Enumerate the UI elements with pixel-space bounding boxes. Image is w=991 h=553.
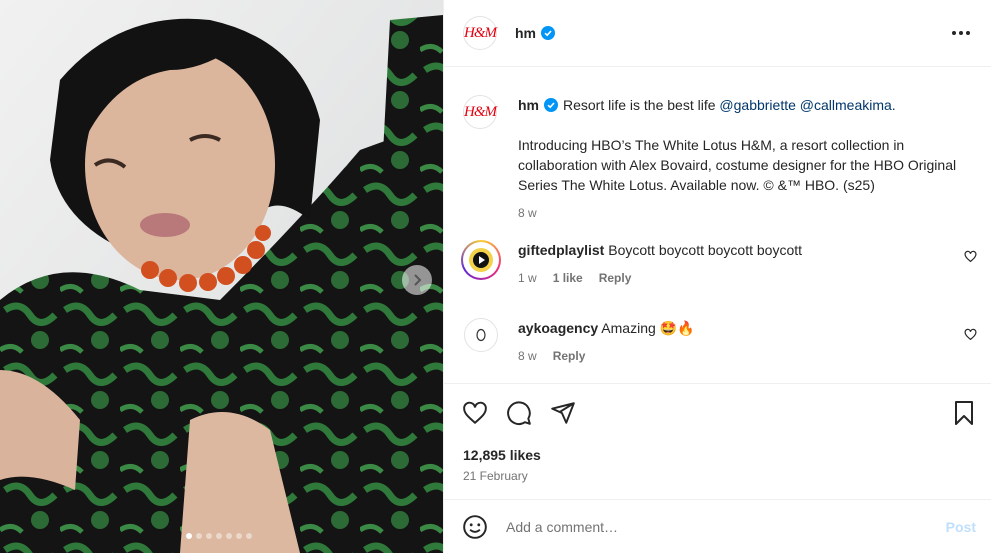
caption-avatar[interactable]: H&M (463, 95, 497, 129)
comment-item: aykoagency Amazing 🤩🔥 8 w Reply (461, 318, 981, 366)
post-caption: H&M hm Resort life is the best life @gab… (463, 95, 983, 223)
bookmark-icon[interactable] (952, 400, 976, 426)
carousel-indicator (186, 533, 252, 539)
more-options-button[interactable] (946, 25, 976, 41)
carousel-dot (246, 533, 252, 539)
comment-text: Amazing 🤩🔥 (601, 320, 695, 336)
chevron-right-icon (414, 274, 422, 286)
dot-icon (952, 31, 956, 35)
comment-username[interactable]: aykoagency (518, 320, 598, 336)
dot-icon (959, 31, 963, 35)
mention-link[interactable]: @callmeakima. (800, 95, 896, 115)
verified-badge-icon (544, 98, 558, 112)
carousel-dot (196, 533, 202, 539)
post-panel: H&M hm H&M hm Resort life is the best li… (443, 0, 991, 553)
comment-icon[interactable] (506, 400, 532, 426)
emoji-icon[interactable] (462, 514, 488, 540)
caption-headline: Resort life is the best life (563, 97, 716, 113)
caption-age[interactable]: 8 w (518, 203, 537, 223)
post-comment-button[interactable]: Post (946, 519, 976, 535)
commenter-avatar[interactable] (461, 240, 501, 280)
carousel-dot (206, 533, 212, 539)
comment-input[interactable] (506, 518, 946, 535)
caption-username[interactable]: hm (518, 95, 539, 115)
share-icon[interactable] (550, 400, 576, 426)
likes-count[interactable]: 12,895 likes (463, 447, 541, 463)
next-slide-button[interactable] (402, 265, 432, 295)
comments-section: H&M hm Resort life is the best life @gab… (444, 68, 991, 383)
dot-icon (966, 31, 970, 35)
comment-username[interactable]: giftedplaylist (518, 242, 604, 258)
like-comment-icon[interactable] (964, 328, 977, 346)
mention-link[interactable]: @gabbriette (719, 95, 795, 115)
comment-likes[interactable]: 1 like (553, 268, 583, 288)
carousel-dot (186, 533, 192, 539)
post-image[interactable] (0, 0, 443, 553)
post-date: 21 February (463, 469, 528, 483)
comment-text: Boycott boycott boycott boycott (608, 242, 803, 258)
reply-button[interactable]: Reply (599, 268, 632, 288)
reply-button[interactable]: Reply (553, 346, 586, 366)
comment-composer: Post (444, 499, 991, 553)
comment-age[interactable]: 1 w (518, 268, 537, 288)
comment-age[interactable]: 8 w (518, 346, 537, 366)
commenter-avatar[interactable] (464, 318, 498, 352)
caption-body: Introducing HBO’s The White Lotus H&M, a… (518, 137, 957, 193)
carousel-dot (216, 533, 222, 539)
carousel-dot (226, 533, 232, 539)
author-avatar[interactable]: H&M (463, 16, 497, 50)
play-icon (469, 248, 493, 272)
like-comment-icon[interactable] (964, 250, 977, 268)
post-actions: 12,895 likes 21 February (444, 383, 991, 499)
like-icon[interactable] (462, 400, 488, 426)
ayko-logo-icon (476, 328, 486, 342)
author-username[interactable]: hm (515, 25, 536, 41)
verified-badge-icon (541, 26, 555, 40)
photo-illustration (0, 0, 443, 553)
comment-item: giftedplaylist Boycott boycott boycott b… (461, 240, 981, 288)
carousel-dot (236, 533, 242, 539)
post-header: H&M hm (444, 0, 991, 67)
